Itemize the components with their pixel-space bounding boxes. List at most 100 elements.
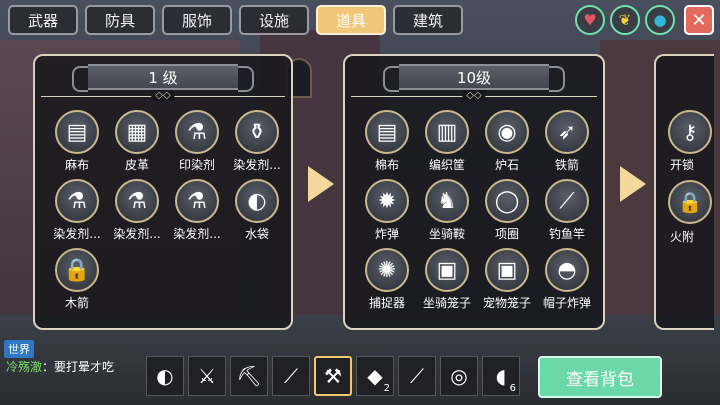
recipe-item[interactable]: ⚗ 染发剂...: [47, 179, 107, 242]
divider: ◇◇: [41, 90, 285, 102]
mount-cage-icon[interactable]: ▣: [425, 248, 469, 292]
axe-icon: ⚒: [324, 364, 342, 388]
water-bag-icon: ◐: [156, 364, 174, 388]
item-grid: ▤ 棉布 ▥ 编织筐 ◉ 炉石 ➶ 铁箭 ✹ 炸弹 ♞ 坐骑鞍 ◯ 项圈 ⟋ 钓鱼竿 ✺ 捕捉器 ▣ 坐骑笼子 ▣ 宠物笼…: [357, 110, 595, 311]
basket-icon[interactable]: ▥: [425, 110, 469, 154]
iron-arrow-icon[interactable]: ➶: [545, 110, 589, 154]
recipe-item[interactable]: ◓ 帽子炸弹: [537, 248, 597, 311]
recipe-item[interactable]: ▦ 皮革: [107, 110, 167, 173]
tab-armor[interactable]: 防具: [85, 5, 155, 35]
trap-icon[interactable]: ✺: [365, 248, 409, 292]
chat-channel-badge[interactable]: 世界: [4, 340, 34, 358]
recipe-item[interactable]: ▤ 棉布: [357, 110, 417, 173]
cloth-icon[interactable]: ▤: [55, 110, 99, 154]
item-count: 2: [383, 383, 390, 394]
tab-clothing[interactable]: 服饰: [162, 5, 232, 35]
fishing-rod-icon[interactable]: ⟋: [545, 179, 589, 223]
hair-dye-icon[interactable]: ⚗: [115, 179, 159, 223]
item-label: 帽子炸弹: [542, 296, 591, 310]
recipe-item[interactable]: ◯ 项圈: [477, 179, 537, 242]
item-label: 坐骑鞍: [428, 227, 465, 241]
recipe-item[interactable]: ◉ 炉石: [477, 110, 537, 173]
heart-icon[interactable]: ♥: [575, 5, 605, 35]
hotbar-slot[interactable]: ◐: [146, 356, 184, 396]
recipe-item[interactable]: ➶ 铁箭: [537, 110, 597, 173]
item-label: 炸弹: [374, 227, 399, 241]
leather-icon[interactable]: ▦: [115, 110, 159, 154]
water-bag-icon[interactable]: ◐: [235, 179, 279, 223]
fire-charm-icon[interactable]: 🔒: [668, 180, 712, 224]
recipe-item[interactable]: ⚗ 印染剂: [167, 110, 227, 173]
hotbar-slot[interactable]: ⚔: [188, 356, 226, 396]
pickaxe-icon: ⛏: [236, 364, 262, 388]
panel-title: 1 级: [72, 64, 254, 92]
hotbar-slot[interactable]: ⟋: [272, 356, 310, 396]
item-label: 宠物笼子: [482, 296, 531, 310]
recipe-item[interactable]: 🔒 木箭: [47, 248, 107, 311]
pet-cage-icon[interactable]: ▣: [485, 248, 529, 292]
club-icon: ⟋: [284, 364, 298, 388]
dye-flask-icon[interactable]: ⚗: [175, 110, 219, 154]
hotbar-slot[interactable]: ◎: [440, 356, 478, 396]
next-arrow-icon[interactable]: [620, 166, 646, 202]
hair-dye-icon[interactable]: ⚱: [235, 110, 279, 154]
meat-icon: ◆: [367, 364, 383, 388]
recipe-item[interactable]: ⚗ 染发剂...: [167, 179, 227, 242]
hearthstone-icon[interactable]: ◉: [485, 110, 529, 154]
status-icons: ♥ ❦ ● ✕: [575, 5, 714, 35]
view-backpack-button[interactable]: 查看背包: [538, 356, 662, 398]
recipe-panel-level-1: 1 级 ◇◇ ▤ 麻布 ▦ 皮革 ⚗ 印染剂 ⚱ 染发剂... ⚗ 染发剂... ⚗ 染发剂... ⚗ 染…: [33, 54, 293, 330]
item-label: 开锁: [670, 158, 695, 172]
item-label: 钓鱼竿: [548, 227, 585, 241]
recipe-item[interactable]: ▥ 编织筐: [417, 110, 477, 173]
collar-icon[interactable]: ◯: [485, 179, 529, 223]
recipe-item[interactable]: ✺ 捕捉器: [357, 248, 417, 311]
tab-items[interactable]: 道具: [316, 5, 386, 35]
item-label: 捕捉器: [368, 296, 405, 310]
chat-sender[interactable]: 冷殇澈: [6, 360, 42, 374]
recipe-item[interactable]: ▣ 宠物笼子: [477, 248, 537, 311]
lockpick-icon[interactable]: ⚷: [668, 110, 712, 154]
next-arrow-icon[interactable]: [308, 166, 334, 202]
hotbar-slot[interactable]: ⚒: [314, 356, 352, 396]
hat-bomb-icon[interactable]: ◓: [545, 248, 589, 292]
leaf-icon[interactable]: ❦: [610, 5, 640, 35]
category-tabs: 武器 防具 服饰 设施 道具 建筑: [8, 5, 463, 35]
recipe-item[interactable]: ♞ 坐骑鞍: [417, 179, 477, 242]
tab-buildings[interactable]: 建筑: [393, 5, 463, 35]
item-label: 皮革: [124, 158, 149, 172]
tab-weapons[interactable]: 武器: [8, 5, 78, 35]
lock-icon[interactable]: 🔒: [55, 248, 99, 292]
item-label: 编织筐: [428, 158, 465, 172]
item-grid: ▤ 麻布 ▦ 皮革 ⚗ 印染剂 ⚱ 染发剂... ⚗ 染发剂... ⚗ 染发剂... ⚗ 染发剂... ◐ 水…: [47, 110, 283, 311]
recipe-item[interactable]: ✹ 炸弹: [357, 179, 417, 242]
hotbar-slot[interactable]: ◖ 6: [482, 356, 520, 396]
water-drop-icon[interactable]: ●: [645, 5, 675, 35]
recipe-item[interactable]: ◐ 水袋: [227, 179, 287, 242]
bomb-icon[interactable]: ✹: [365, 179, 409, 223]
recipe-item[interactable]: ▤ 麻布: [47, 110, 107, 173]
close-button[interactable]: ✕: [684, 5, 714, 35]
item-label: 木箭: [64, 296, 89, 310]
recipe-item[interactable]: ⚱ 染发剂...: [227, 110, 287, 173]
hotbar-slot[interactable]: ⟋: [398, 356, 436, 396]
item-label: 坐骑笼子: [422, 296, 471, 310]
hotbar-slot[interactable]: ◆ 2: [356, 356, 394, 396]
hair-dye-icon[interactable]: ⚗: [175, 179, 219, 223]
recipe-item[interactable]: ▣ 坐骑笼子: [417, 248, 477, 311]
panel-title: 10级: [383, 64, 565, 92]
item-label: 染发剂...: [113, 227, 161, 241]
item-label: 棉布: [374, 158, 399, 172]
hotbar-slot[interactable]: ⛏: [230, 356, 268, 396]
divider: ◇◇: [351, 90, 597, 102]
recipe-item[interactable]: ⟋ 钓鱼竿: [537, 179, 597, 242]
saddle-icon[interactable]: ♞: [425, 179, 469, 223]
cotton-cloth-icon[interactable]: ▤: [365, 110, 409, 154]
recipe-item[interactable]: ⚗ 染发剂...: [107, 179, 167, 242]
item-label: 麻布: [64, 158, 89, 172]
item-label: 火附: [670, 230, 695, 244]
recipe-panel-next: ⚷ 开锁 🔒 火附: [654, 54, 714, 330]
hotbar: ◐ ⚔ ⛏ ⟋ ⚒ ◆ 2 ⟋ ◎ ◖ 6: [146, 356, 520, 396]
tab-facilities[interactable]: 设施: [239, 5, 309, 35]
hair-dye-icon[interactable]: ⚗: [55, 179, 99, 223]
